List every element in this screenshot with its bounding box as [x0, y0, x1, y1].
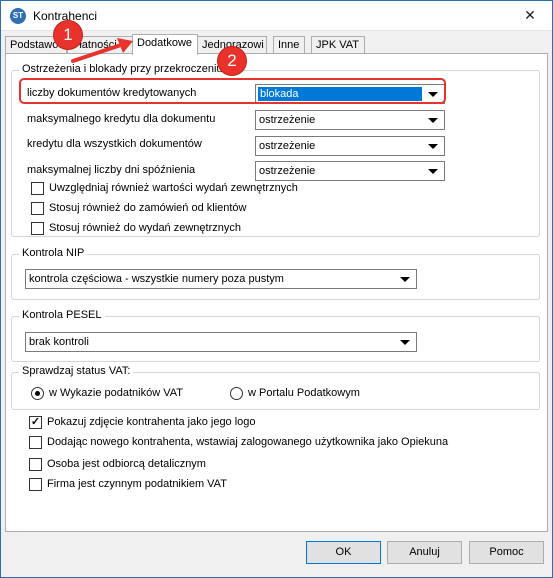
combo-value: brak kontroli — [29, 336, 89, 348]
check-photo-logo[interactable]: ✓ Pokazuj zdjęcie kontrahenta jako jego … — [29, 416, 429, 430]
combo-value: kontrola częściowa - wszystkie numery po… — [29, 273, 284, 285]
check-customer-orders[interactable]: Stosuj również do zamówień od klientów — [31, 202, 331, 216]
radio-portal-podatkowy[interactable]: w Portalu Podatkowym — [230, 387, 390, 401]
warning-combo-max-credit[interactable]: ostrzeżenie — [255, 110, 445, 130]
checkbox[interactable] — [31, 222, 44, 235]
check-label: Stosuj również do zamówień od klientów — [49, 202, 247, 214]
vat-status-legend: Sprawdzaj status VAT: — [19, 365, 134, 377]
chevron-down-icon — [428, 118, 438, 123]
chevron-down-icon — [400, 340, 410, 345]
check-label: Stosuj również do wydań zewnętrznych — [49, 222, 241, 234]
radio-label: w Portalu Podatkowym — [248, 387, 360, 399]
tab-jpk-vat[interactable]: JPK VAT — [311, 36, 365, 54]
checkbox[interactable]: ✓ — [29, 416, 42, 429]
nip-combo[interactable]: kontrola częściowa - wszystkie numery po… — [25, 269, 417, 289]
radio-wykaz-vat[interactable]: w Wykazie podatników VAT — [31, 387, 211, 401]
highlight-box — [19, 78, 446, 104]
warning-label-max-days: maksymalnej liczby dni spóźnienia — [27, 164, 196, 176]
check-retail-recipient[interactable]: Osoba jest odbiorcą detalicznym — [29, 458, 329, 472]
check-external-issues[interactable]: Uwzględniaj również wartości wydań zewnę… — [31, 182, 331, 196]
checkbox[interactable] — [31, 202, 44, 215]
pesel-group: Kontrola PESEL brak kontroli — [11, 309, 540, 362]
checkbox[interactable] — [29, 436, 42, 449]
combo-value: ostrzeżenie — [259, 140, 316, 152]
annotation-arrow-icon — [71, 38, 133, 63]
check-label: Dodając nowego kontrahenta, wstawiaj zal… — [47, 436, 449, 448]
checkbox[interactable] — [31, 182, 44, 195]
annotation-badge-2: 2 — [218, 47, 246, 75]
close-icon[interactable]: ✕ — [508, 1, 552, 30]
nip-group: Kontrola NIP kontrola częściowa - wszyst… — [11, 247, 540, 300]
warning-combo-all-docs[interactable]: ostrzeżenie — [255, 136, 445, 156]
warning-label-all-docs: kredytu dla wszystkich dokumentów — [27, 138, 202, 150]
help-button[interactable]: Pomoc — [469, 541, 544, 564]
tab-dodatkowe[interactable]: Dodatkowe — [132, 34, 198, 55]
check-assign-guardian[interactable]: Dodając nowego kontrahenta, wstawiaj zal… — [29, 436, 479, 450]
radio-dot[interactable] — [230, 387, 243, 400]
combo-value: ostrzeżenie — [259, 165, 316, 177]
cancel-button[interactable]: Anuluj — [387, 541, 462, 564]
nip-legend: Kontrola NIP — [19, 247, 88, 259]
vat-status-group: Sprawdzaj status VAT: w Wykazie podatnik… — [11, 365, 540, 410]
warning-label-max-credit: maksymalnego kredytu dla dokumentu — [27, 113, 216, 125]
ok-button[interactable]: OK — [306, 541, 381, 564]
check-label: Firma jest czynnym podatnikiem VAT — [47, 478, 227, 490]
chevron-down-icon — [400, 277, 410, 282]
checkbox[interactable] — [29, 478, 42, 491]
combo-value: ostrzeżenie — [259, 114, 316, 126]
check-external-goods[interactable]: Stosuj również do wydań zewnętrznych — [31, 222, 331, 236]
check-label: Uwzględniaj również wartości wydań zewnę… — [49, 182, 298, 194]
kontrahenci-window: ST Kontrahenci ✕ Podstawowe Płatności Do… — [0, 0, 553, 578]
tab-inne[interactable]: Inne — [273, 36, 305, 54]
tab-panel-dodatkowe: Ostrzeżenia i blokady przy przekroczeniu… — [5, 53, 548, 532]
title-bar: ST Kontrahenci ✕ — [1, 1, 552, 31]
radio-label: w Wykazie podatników VAT — [49, 387, 183, 399]
radio-dot[interactable] — [31, 387, 44, 400]
chevron-down-icon — [428, 144, 438, 149]
warning-combo-max-days[interactable]: ostrzeżenie — [255, 161, 445, 181]
app-logo-icon: ST — [10, 8, 26, 24]
checkbox[interactable] — [29, 458, 42, 471]
chevron-down-icon — [428, 169, 438, 174]
check-label: Osoba jest odbiorcą detalicznym — [47, 458, 206, 470]
pesel-legend: Kontrola PESEL — [19, 309, 105, 321]
check-label: Pokazuj zdjęcie kontrahenta jako jego lo… — [47, 416, 256, 428]
check-active-vat-payer[interactable]: Firma jest czynnym podatnikiem VAT — [29, 478, 329, 492]
pesel-combo[interactable]: brak kontroli — [25, 332, 417, 352]
